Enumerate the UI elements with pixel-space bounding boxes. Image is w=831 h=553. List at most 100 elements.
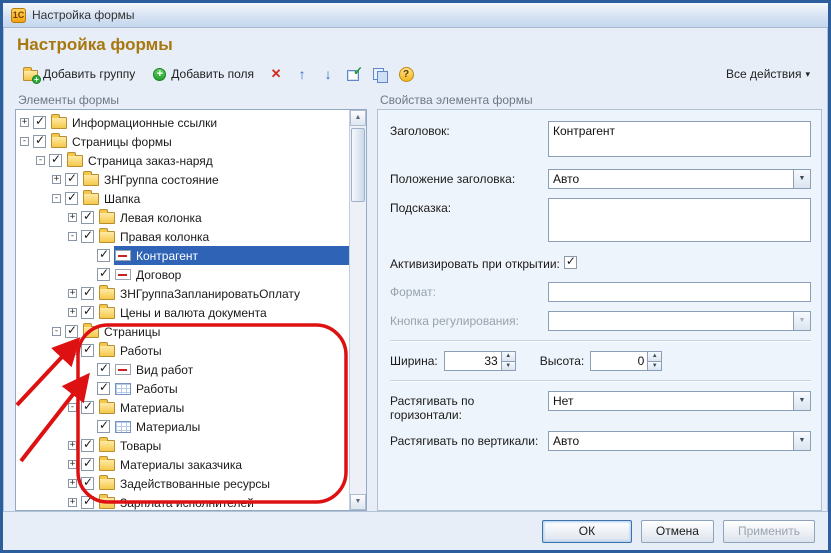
- tree-item[interactable]: + ЗНГруппаЗапланироватьОплату: [16, 284, 349, 303]
- tree-item[interactable]: + Цены и валюта документа: [16, 303, 349, 322]
- tree-item-checkbox[interactable]: [65, 323, 78, 338]
- collapse-icon[interactable]: -: [68, 346, 77, 355]
- collapse-icon[interactable]: -: [20, 137, 29, 146]
- tree-item[interactable]: +Контрагент: [16, 246, 349, 265]
- tree-item[interactable]: +Договор: [16, 265, 349, 284]
- tree-item-selection-zone[interactable]: Шапка: [82, 189, 349, 208]
- tree-item-selection-zone[interactable]: Договор: [114, 265, 349, 284]
- tree-item[interactable]: - Страницы формы: [16, 132, 349, 151]
- tree-item[interactable]: + Информационные ссылки: [16, 113, 349, 132]
- tree-item-checkbox[interactable]: [81, 399, 94, 414]
- collapse-icon[interactable]: -: [36, 156, 45, 165]
- expand-icon[interactable]: +: [68, 441, 77, 450]
- tree-item-checkbox[interactable]: [81, 304, 94, 319]
- delete-button[interactable]: ✕: [264, 63, 288, 85]
- width-input[interactable]: [444, 352, 501, 370]
- expand-icon[interactable]: +: [68, 460, 77, 469]
- collapse-icon[interactable]: -: [52, 327, 61, 336]
- tree-item[interactable]: - Шапка: [16, 189, 349, 208]
- tree-item-checkbox[interactable]: [97, 247, 110, 262]
- header-input[interactable]: Контрагент: [548, 121, 811, 157]
- activate-on-open-checkbox[interactable]: [563, 254, 577, 269]
- ok-button[interactable]: ОК: [541, 519, 632, 543]
- tree-item[interactable]: + Левая колонка: [16, 208, 349, 227]
- tree-item-selection-zone[interactable]: Товары: [98, 436, 349, 455]
- tree-item[interactable]: +Вид работ: [16, 360, 349, 379]
- spin-up-icon[interactable]: ▲: [648, 352, 662, 361]
- tree-item-selection-zone[interactable]: Страницы: [82, 322, 349, 341]
- tree-item-checkbox[interactable]: [97, 418, 110, 433]
- collapse-icon[interactable]: -: [68, 232, 77, 241]
- tree-item-checkbox[interactable]: [81, 342, 94, 357]
- tree-item-selection-zone[interactable]: Вид работ: [114, 360, 349, 379]
- add-fields-button[interactable]: + Добавить поля: [145, 63, 262, 85]
- width-stepper[interactable]: ▲ ▼: [443, 351, 516, 371]
- tree-item-selection-zone[interactable]: Работы: [114, 379, 349, 398]
- tree-item[interactable]: +Работы: [16, 379, 349, 398]
- tree-item[interactable]: - Материалы: [16, 398, 349, 417]
- help-button[interactable]: ?: [394, 63, 418, 85]
- tree-item-selection-zone[interactable]: Материалы: [98, 398, 349, 417]
- tree-scrollbar[interactable]: ▲ ▼: [349, 110, 366, 510]
- dropdown-arrow-icon[interactable]: ▼: [793, 392, 810, 410]
- tree-item[interactable]: - Страницы: [16, 322, 349, 341]
- scrollbar-track[interactable]: [350, 126, 366, 494]
- window-titlebar[interactable]: 1С Настройка формы: [3, 3, 828, 28]
- tree-item-checkbox[interactable]: [33, 114, 46, 129]
- spin-down-icon[interactable]: ▼: [501, 360, 515, 370]
- scroll-up-button[interactable]: ▲: [350, 110, 366, 126]
- expand-icon[interactable]: +: [20, 118, 29, 127]
- scroll-down-button[interactable]: ▼: [350, 494, 366, 510]
- cancel-button[interactable]: Отмена: [640, 519, 714, 543]
- spin-down-icon[interactable]: ▼: [648, 360, 662, 370]
- tree-item-checkbox[interactable]: [81, 456, 94, 471]
- tree-item[interactable]: + Товары: [16, 436, 349, 455]
- stretch-vertical-select[interactable]: Авто ▼: [548, 431, 811, 451]
- expand-icon[interactable]: +: [52, 175, 61, 184]
- tree-item-checkbox[interactable]: [81, 475, 94, 490]
- dropdown-arrow-icon[interactable]: ▼: [793, 170, 810, 188]
- tree-item[interactable]: +Материалы: [16, 417, 349, 436]
- height-stepper[interactable]: ▲ ▼: [590, 351, 663, 371]
- tree-item-selection-zone[interactable]: Контрагент: [114, 246, 349, 265]
- expand-icon[interactable]: +: [68, 498, 77, 507]
- collapse-icon[interactable]: -: [52, 194, 61, 203]
- move-down-button[interactable]: ↓: [316, 63, 340, 85]
- tree-item-checkbox[interactable]: [81, 494, 94, 509]
- expand-icon[interactable]: +: [68, 308, 77, 317]
- tree-item-selection-zone[interactable]: Материалы: [114, 417, 349, 436]
- tree-item-selection-zone[interactable]: Страница заказ-наряд: [66, 151, 349, 170]
- tree-item[interactable]: + Зарплата исполнителей: [16, 493, 349, 510]
- height-input[interactable]: [591, 352, 648, 370]
- tree-item[interactable]: + ЗНГруппа состояние: [16, 170, 349, 189]
- move-up-button[interactable]: ↑: [290, 63, 314, 85]
- tree-item-checkbox[interactable]: [65, 171, 78, 186]
- tree-item[interactable]: - Работы: [16, 341, 349, 360]
- tree-item-checkbox[interactable]: [97, 266, 110, 281]
- tooltip-input[interactable]: [548, 198, 811, 242]
- tree-item-selection-zone[interactable]: ЗНГруппа состояние: [82, 170, 349, 189]
- tree-item-checkbox[interactable]: [81, 228, 94, 243]
- stretch-horizontal-select[interactable]: Нет ▼: [548, 391, 811, 411]
- tree-item[interactable]: + Материалы заказчика: [16, 455, 349, 474]
- tree-item-selection-zone[interactable]: Правая колонка: [98, 227, 349, 246]
- add-group-button[interactable]: + Добавить группу: [15, 63, 143, 85]
- header-position-select[interactable]: Авто ▼: [548, 169, 811, 189]
- tree-item-selection-zone[interactable]: Задействованные ресурсы: [98, 474, 349, 493]
- tree-item-checkbox[interactable]: [81, 285, 94, 300]
- dropdown-arrow-icon[interactable]: ▼: [793, 432, 810, 450]
- tree-item-selection-zone[interactable]: Информационные ссылки: [50, 113, 349, 132]
- tree-item-selection-zone[interactable]: Страницы формы: [50, 132, 349, 151]
- tree-item-checkbox[interactable]: [65, 190, 78, 205]
- tree-item-selection-zone[interactable]: Работы: [98, 341, 349, 360]
- expand-icon[interactable]: +: [68, 213, 77, 222]
- tree-item-checkbox[interactable]: [81, 209, 94, 224]
- tree-item-checkbox[interactable]: [97, 361, 110, 376]
- tree-item[interactable]: + Задействованные ресурсы: [16, 474, 349, 493]
- scrollbar-thumb[interactable]: [351, 128, 365, 202]
- spin-up-icon[interactable]: ▲: [501, 352, 515, 361]
- collapse-icon[interactable]: -: [68, 403, 77, 412]
- tree-item[interactable]: - Страница заказ-наряд: [16, 151, 349, 170]
- tree-item-selection-zone[interactable]: Цены и валюта документа: [98, 303, 349, 322]
- tree-item-checkbox[interactable]: [49, 152, 62, 167]
